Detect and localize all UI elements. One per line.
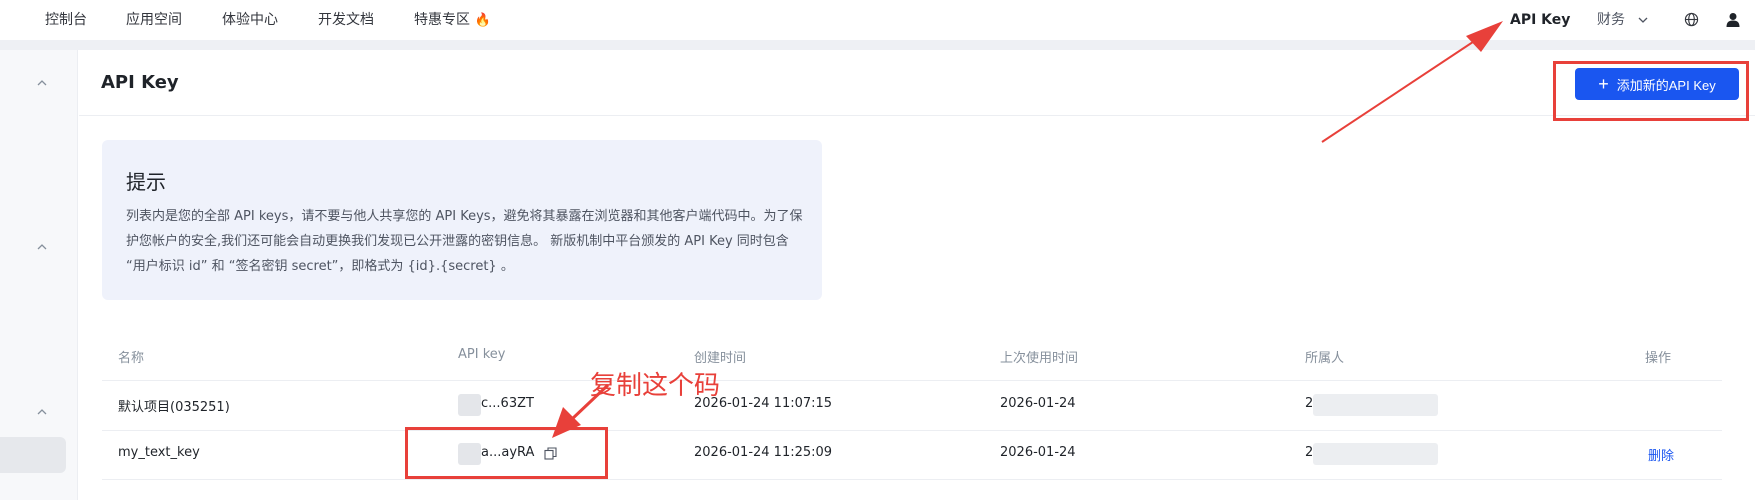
- column-header-api-key: API key: [458, 347, 506, 362]
- chevron-up-icon[interactable]: [37, 78, 47, 88]
- annotation-label: 复制这个码: [590, 371, 721, 401]
- user-avatar-icon[interactable]: [1726, 12, 1740, 27]
- nav-api-key[interactable]: API Key: [1510, 10, 1570, 30]
- column-header-action: 操作: [1645, 351, 1672, 366]
- nav-console[interactable]: 控制台: [45, 10, 87, 30]
- page-header: API Key + 添加新的API Key: [79, 50, 1755, 116]
- annotation-box-copy: [405, 427, 608, 479]
- row-last-used: 2026-01-24: [1000, 396, 1076, 411]
- nav-special-offers-label: 特惠专区: [414, 12, 470, 28]
- nav-special-offers[interactable]: 特惠专区 🔥: [414, 10, 491, 31]
- annotation-box-add-button: [1553, 61, 1749, 121]
- chevron-up-icon[interactable]: [37, 242, 47, 252]
- tip-title: 提示: [126, 170, 166, 194]
- nav-finance[interactable]: 财务: [1597, 10, 1649, 30]
- nav-experience-center[interactable]: 体验中心: [222, 10, 278, 30]
- top-nav: 控制台 应用空间 体验中心 开发文档 特惠专区 🔥 API Key 财务: [0, 0, 1755, 40]
- sidebar: [0, 50, 78, 500]
- row-created: 2026-01-24 11:25:09: [694, 445, 833, 460]
- owner-blur-mask: [1313, 443, 1438, 465]
- key-blur-mask: [458, 394, 481, 416]
- owner-blur-mask: [1313, 394, 1438, 416]
- table-divider: [102, 479, 1722, 480]
- tip-box: 提示 列表内是您的全部 API keys，请不要与他人共享您的 API Keys…: [102, 140, 822, 300]
- chevron-up-icon[interactable]: [37, 407, 47, 417]
- row-last-used: 2026-01-24: [1000, 445, 1076, 460]
- sidebar-item-active[interactable]: [0, 437, 66, 473]
- fire-icon: 🔥: [474, 13, 491, 28]
- table-divider: [102, 380, 1722, 381]
- column-header-owner: 所属人: [1305, 351, 1345, 366]
- nav-finance-label: 财务: [1597, 12, 1625, 28]
- page-title: API Key: [101, 72, 179, 93]
- table-divider: [102, 430, 1722, 431]
- tip-body: 列表内是您的全部 API keys，请不要与他人共享您的 API Keys，避免…: [126, 209, 803, 274]
- globe-icon[interactable]: [1684, 12, 1699, 27]
- row-api-key: c...63ZT: [481, 396, 534, 411]
- top-band: [0, 40, 1755, 50]
- column-header-name: 名称: [118, 351, 145, 366]
- nav-dev-docs[interactable]: 开发文档: [318, 10, 374, 30]
- column-header-created: 创建时间: [694, 351, 747, 366]
- column-header-last-used: 上次使用时间: [1000, 351, 1079, 366]
- nav-app-space[interactable]: 应用空间: [126, 10, 182, 30]
- chevron-down-icon: [1638, 17, 1648, 23]
- delete-link[interactable]: 删除: [1648, 445, 1674, 464]
- row-name: 默认项目(035251): [118, 400, 230, 415]
- row-name: my_text_key: [118, 445, 200, 460]
